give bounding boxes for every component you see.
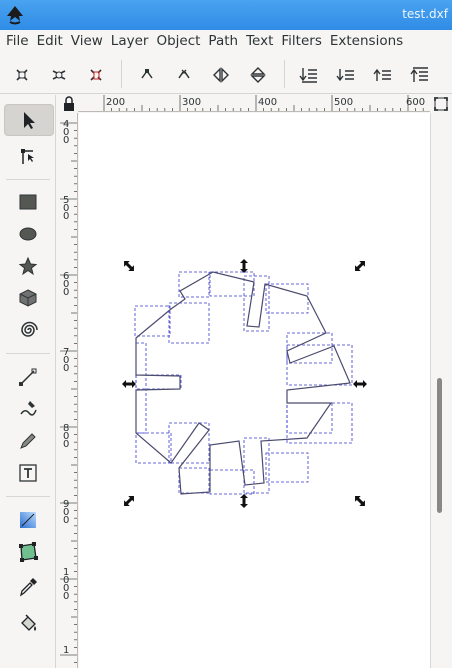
ruler-label: 1000 — [63, 567, 69, 602]
commands-bar — [0, 54, 452, 94]
menu-view[interactable]: View — [67, 30, 107, 49]
node-join-icon[interactable] — [136, 64, 158, 86]
scale-handle-left — [122, 380, 136, 388]
spiral-tool[interactable] — [6, 314, 50, 346]
menu-object[interactable]: Object — [152, 30, 204, 49]
lower-icon[interactable] — [335, 64, 357, 86]
node-tool[interactable] — [6, 140, 50, 172]
pen-tool[interactable] — [6, 361, 50, 393]
ruler-label: 900 — [63, 499, 69, 526]
node-break-icon[interactable] — [173, 64, 195, 86]
gradient-tool[interactable] — [6, 504, 50, 536]
ruler-corner — [60, 95, 78, 113]
ruler-label: 300 — [182, 97, 201, 108]
menu-edit[interactable]: Edit — [33, 30, 67, 49]
vertical-ruler: 400 500 600 700 800 900 1000 1 — [60, 113, 78, 668]
dropper-tool[interactable] — [6, 571, 50, 603]
star-tool[interactable] — [6, 250, 50, 282]
calligraphy-tool[interactable] — [6, 393, 50, 425]
toolbar-separator — [121, 60, 122, 88]
lower-to-bottom-icon[interactable] — [298, 64, 320, 86]
toolbox-separator — [6, 179, 50, 180]
selector-tool[interactable] — [4, 104, 54, 136]
eyedropper-icon — [19, 578, 37, 597]
drawing-svg[interactable] — [79, 113, 430, 668]
bezier-pen-icon — [19, 368, 37, 386]
ruler-label: 800 — [63, 423, 69, 450]
scale-handle-bottom-left — [124, 496, 134, 506]
toolbox-separator — [6, 353, 50, 354]
scale-handle-bottom-right — [355, 496, 365, 506]
rectangle-icon — [19, 194, 37, 210]
text-tool[interactable] — [6, 457, 50, 489]
ruler-label: 700 — [63, 347, 69, 374]
mesh-tool[interactable] — [6, 536, 50, 568]
ruler-label: 400 — [258, 97, 277, 108]
paint-bucket-tool[interactable] — [6, 607, 50, 639]
paint-bucket-icon — [21, 614, 36, 631]
scale-handle-right — [353, 380, 367, 388]
flip-horizontal-icon[interactable] — [210, 64, 232, 86]
scale-handle-bottom — [240, 494, 248, 508]
drawing-canvas[interactable] — [79, 113, 430, 668]
text-cursor-icon — [19, 464, 37, 482]
ellipse-tool[interactable] — [6, 218, 50, 250]
ruler-label: 600 — [63, 271, 69, 298]
rectangle-tool[interactable] — [6, 186, 50, 218]
3d-box-tool[interactable] — [6, 282, 50, 314]
inkscape-logo-icon — [7, 6, 23, 25]
scale-handle-top-right — [355, 261, 365, 271]
menu-file[interactable]: File — [0, 30, 33, 49]
node-editor-icon — [21, 149, 34, 164]
flip-vertical-icon[interactable] — [247, 64, 269, 86]
zoom-selection-icon[interactable] — [11, 64, 33, 86]
pencil-tool[interactable] — [6, 425, 50, 457]
title-bar: test.dxf — [0, 0, 452, 30]
menu-filters[interactable]: Filters — [277, 30, 325, 49]
scale-handle-top-left — [124, 261, 134, 271]
star-icon — [18, 256, 38, 276]
raise-to-top-icon[interactable] — [409, 64, 431, 86]
vertical-scrollbar-thumb[interactable] — [437, 378, 442, 513]
raise-icon[interactable] — [372, 64, 394, 86]
cube-icon — [19, 289, 37, 307]
horizontal-ruler: 200 300 400 500 600 — [78, 95, 430, 112]
toolbar-separator — [284, 60, 285, 88]
calligraphy-pen-icon — [20, 401, 37, 416]
menu-layer[interactable]: Layer — [107, 30, 153, 49]
menu-bar: File Edit View Layer Object Path Text Filters Ex… — [0, 30, 452, 54]
mesh-icon — [19, 542, 38, 562]
toolbox-separator — [6, 496, 50, 497]
zoom-page-icon[interactable] — [85, 64, 107, 86]
pencil-icon — [20, 433, 36, 449]
vertical-scrollbar[interactable] — [430, 113, 452, 668]
arrow-pointer-icon — [24, 112, 35, 129]
ruler-label: 600 — [406, 97, 425, 108]
ruler-label: 200 — [106, 97, 125, 108]
ruler-label: 500 — [63, 195, 69, 222]
ellipse-icon — [19, 227, 37, 241]
scale-handle-top — [240, 259, 248, 273]
zoom-correction-button[interactable] — [430, 95, 452, 113]
spiral-icon — [21, 321, 38, 337]
gradient-icon — [20, 512, 36, 528]
ruler-label: 1 — [63, 645, 69, 656]
ruler-label: 400 — [63, 119, 69, 146]
menu-text[interactable]: Text — [242, 30, 277, 49]
zoom-drawing-icon[interactable] — [48, 64, 70, 86]
lock-icon[interactable] — [60, 95, 78, 113]
zoom-fit-icon — [434, 97, 448, 111]
toolbox — [0, 95, 56, 668]
menu-extensions[interactable]: Extensions — [326, 30, 407, 49]
gear-outline-path[interactable] — [135, 271, 351, 495]
menu-path[interactable]: Path — [204, 30, 242, 49]
window-title: test.dxf — [402, 7, 448, 21]
ruler-label: 500 — [334, 97, 353, 108]
